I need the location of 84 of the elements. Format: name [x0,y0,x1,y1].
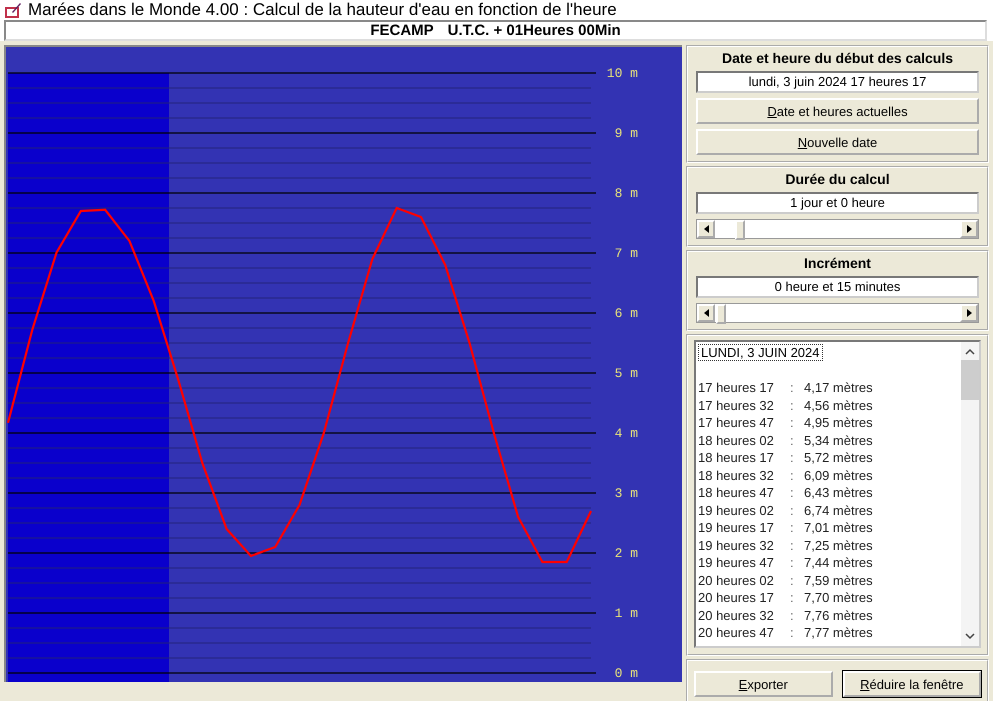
time-text: 18 heures 32 [698,468,775,483]
height-text: 7,70 mètres [804,590,873,606]
action-button[interactable]: Exporter [694,671,832,697]
time-text: 20 heures 32 [698,608,775,623]
axis-tick-label: 4 m [614,426,638,441]
height-text: 6,43 mètres [804,485,873,500]
time-text: 17 heures 17 [698,380,775,396]
separator-text: : [790,468,795,483]
separator-text: : [790,572,795,588]
left-arrow-button[interactable] [697,220,715,238]
left-arrow-button[interactable] [697,304,715,322]
left-triangle-icon [704,309,708,317]
right-arrow-button[interactable] [960,304,978,322]
time-text: 17 heures 32 [698,398,775,413]
date-button[interactable]: Date et heures actuelles [696,98,979,124]
height-text: 7,01 mètres [804,520,873,536]
window-title: Marées dans le Monde 4.00 : Calcul de la hauteur d'eau en fonction de l'heure [28,0,617,20]
location-name: FECAMP [370,22,434,39]
start-date-field[interactable]: lundi, 3 juin 2024 17 heures 17 [696,71,979,93]
increment-field[interactable]: 0 heure et 15 minutes [696,276,979,298]
slider-thumb[interactable] [716,304,726,324]
section-title: Incrément [803,255,872,271]
axis-tick-label: 7 m [614,246,638,261]
duration-field[interactable]: 1 jour et 0 heure [696,192,979,214]
axis-tick-label: 10 m [606,66,638,81]
scroll-thumb[interactable] [961,360,979,400]
time-text: 19 heures 02 [698,502,775,518]
date-heading[interactable]: LUNDI, 3 JUIN 2024 [698,344,822,361]
axis-tick-label: 9 m [614,126,638,141]
time-text: 20 heures 02 [698,572,775,588]
separator-text: : [790,432,795,448]
time-text: 19 heures 47 [698,555,775,570]
separator-text: : [790,555,795,570]
height-text: 5,34 mètres [804,432,873,448]
height-text: 4,56 mètres [804,398,873,413]
separator-text: : [790,398,795,413]
height-text: 7,77 mètres [804,625,873,640]
action-button[interactable]: Réduire la fenêtre [842,671,981,697]
results-list[interactable] [694,340,981,648]
time-text: 18 heures 02 [698,432,775,448]
time-text: 19 heures 17 [698,520,775,536]
time-text: 20 heures 17 [698,590,775,606]
scrollbar[interactable] [696,219,979,239]
section-title: Durée du calcul [784,171,891,187]
height-text: 7,59 mètres [804,572,873,588]
axis-tick-label: 5 m [614,366,638,381]
separator-text: : [790,450,795,466]
separator-text: : [790,608,795,623]
axis-tick-label: 8 m [614,186,638,201]
slider-thumb[interactable] [734,220,745,240]
timezone-label: U.T.C. + 01Heures 00Min [448,22,621,39]
right-arrow-button[interactable] [960,220,978,238]
separator-text: : [790,538,795,553]
time-text: 17 heures 47 [698,415,775,430]
axis-tick-label: 3 m [614,486,638,501]
axis-tick-label: 6 m [614,306,638,321]
right-triangle-icon [966,225,972,233]
height-text: 7,44 mètres [804,555,873,570]
time-text: 18 heures 47 [698,485,775,500]
scrollbar[interactable] [696,303,979,323]
time-text: 18 heures 17 [698,450,775,466]
time-text: 19 heures 32 [698,538,775,553]
height-text: 6,74 mètres [804,502,873,518]
axis-tick-label: 2 m [614,546,638,561]
separator-text: : [790,415,795,430]
separator-text: : [790,625,795,640]
height-text: 4,95 mètres [804,415,873,430]
separator-text: : [790,502,795,518]
right-triangle-icon [966,309,972,317]
section-title: Date et heure du début des calculs [720,50,954,66]
separator-text: : [790,485,795,500]
left-triangle-icon [704,225,708,233]
axis-tick-label: 1 m [614,606,638,621]
height-text: 4,17 mètres [804,380,873,396]
separator-text: : [790,380,795,396]
height-text: 7,25 mètres [804,538,873,553]
date-button[interactable]: Nouvelle date [696,129,979,155]
axis-tick-label: 0 m [614,666,638,681]
separator-text: : [790,590,795,606]
height-text: 5,72 mètres [804,450,873,466]
time-text: 20 heures 47 [698,625,775,640]
height-text: 6,09 mètres [804,468,873,483]
separator-text: : [790,520,795,536]
height-text: 7,76 mètres [804,608,873,623]
